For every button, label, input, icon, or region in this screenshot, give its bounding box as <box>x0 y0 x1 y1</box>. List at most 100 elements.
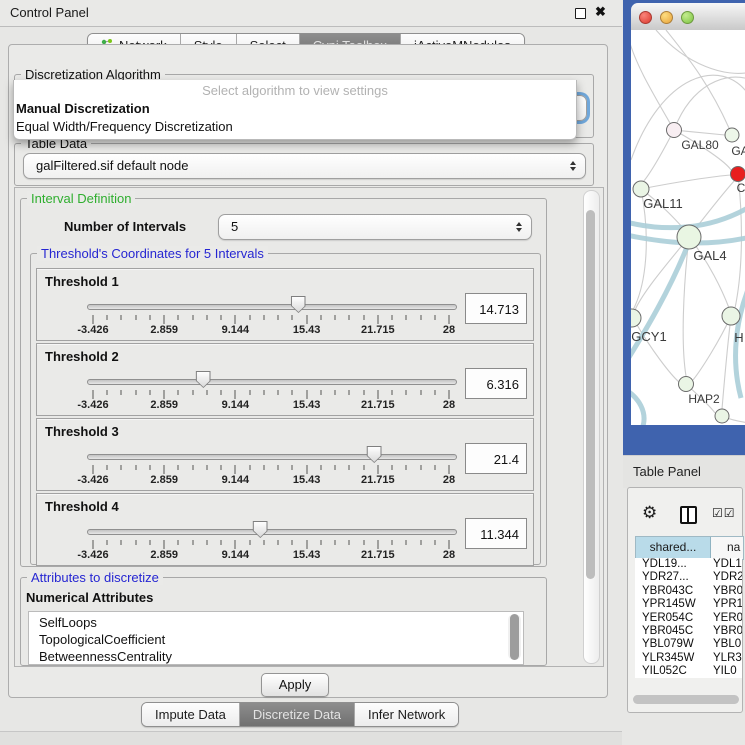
table-row[interactable]: YIL052CYIL0 <box>635 665 742 678</box>
network-canvas[interactable]: GAL80GAGAL11GAL4GCY1HHAP2C <box>631 30 745 425</box>
network-node-gal4[interactable] <box>677 225 701 249</box>
tick-mark <box>178 315 179 320</box>
list-scrollbar-thumb[interactable] <box>510 614 519 660</box>
slider-thumb[interactable] <box>253 521 268 538</box>
network-node-gcy1[interactable] <box>631 309 641 327</box>
cell-shared-name: YBR045C <box>635 625 709 638</box>
slider-thumb[interactable] <box>196 371 211 388</box>
slider-thumb-face <box>197 372 210 387</box>
network-edge <box>722 316 731 409</box>
threshold-value-field[interactable]: 14.713 <box>465 293 527 324</box>
table-row[interactable]: YPR145WYPR1 <box>635 598 742 611</box>
popup-option-equal-width-frequency-discretization[interactable]: Equal Width/Frequency Discretization <box>14 118 576 136</box>
tick-mark <box>249 315 250 320</box>
popup-option-manual-discretization[interactable]: Manual Discretization <box>14 100 576 118</box>
tick-mark <box>249 465 250 470</box>
tick-label: 15.43 <box>293 399 321 411</box>
tick-mark <box>392 540 393 545</box>
vertical-scrollbar-thumb[interactable] <box>586 210 595 579</box>
tick-mark <box>363 540 364 545</box>
table-row[interactable]: YDR27...YDR2 <box>635 571 742 584</box>
apply-button[interactable]: Apply <box>261 673 329 697</box>
tick-mark <box>278 540 279 545</box>
table-row[interactable]: YBR045CYBR0 <box>635 625 742 638</box>
slider-thumb[interactable] <box>367 446 382 463</box>
horizontal-scrollbar-thumb[interactable] <box>633 695 739 704</box>
slider-thumb-face <box>368 447 381 462</box>
table-row[interactable]: YDL19...YDL1 <box>635 558 742 571</box>
slider-travel <box>93 446 449 464</box>
tick-mark <box>335 390 336 395</box>
tick-label: 28 <box>443 324 455 336</box>
attributes-list[interactable]: SelfLoopsTopologicalCoefficientBetweenne… <box>28 611 524 665</box>
tick-mark <box>406 390 407 395</box>
table-body[interactable]: YDL19...YDL1YDR27...YDR2YBR043CYBR0YPR14… <box>635 558 742 678</box>
tick-mark <box>434 540 435 545</box>
network-node-h[interactable] <box>722 307 740 325</box>
bottom-tab-discretize-data[interactable]: Discretize Data <box>240 703 355 726</box>
tick-mark <box>434 465 435 470</box>
tick-mark <box>320 315 321 320</box>
float-window-icon[interactable] <box>575 8 586 19</box>
network-node[interactable] <box>725 128 739 142</box>
tick-mark <box>278 465 279 470</box>
threshold-value-field[interactable]: 21.4 <box>465 443 527 474</box>
threshold-label: Threshold 4 <box>45 499 119 514</box>
slider-thumb[interactable] <box>291 296 306 313</box>
table-data-combobox[interactable]: galFiltered.sif default node <box>23 153 586 179</box>
table-row[interactable]: YLR345WYLR3 <box>635 652 742 665</box>
vertical-scrollbar[interactable] <box>583 190 600 664</box>
bottom-tab-impute-data[interactable]: Impute Data <box>142 703 240 726</box>
tick-label: -3.426 <box>77 399 108 411</box>
tick-mark <box>192 315 193 320</box>
tick-mark <box>306 465 307 474</box>
bottom-tab-label: Impute Data <box>155 707 226 722</box>
tick-mark <box>263 390 264 395</box>
threshold-value-field[interactable]: 11.344 <box>465 518 527 549</box>
network-node-gal11[interactable] <box>633 181 649 197</box>
network-node-gal80[interactable] <box>667 123 682 138</box>
network-window-titlebar[interactable] <box>631 3 745 31</box>
tick-label: -3.426 <box>77 474 108 486</box>
list-scrollbar[interactable] <box>508 614 521 660</box>
table-row[interactable]: YER054CYER0 <box>635 612 742 625</box>
close-icon[interactable]: ✖ <box>595 4 606 20</box>
tick-mark <box>434 390 435 395</box>
tick-mark <box>406 540 407 545</box>
network-node-ga[interactable] <box>731 167 745 182</box>
table-header-row: shared... na <box>635 536 744 560</box>
table-panel-header: Table Panel <box>623 455 745 488</box>
gear-icon[interactable]: ⚙ <box>642 505 657 521</box>
network-edge <box>633 318 679 382</box>
table-row[interactable]: YBL079WYBL0 <box>635 638 742 651</box>
bottom-tab-infer-network[interactable]: Infer Network <box>355 703 458 726</box>
attribute-item-topologicalcoefficient[interactable]: TopologicalCoefficient <box>29 631 523 648</box>
minimize-traffic-light-icon[interactable] <box>660 11 673 24</box>
combo-spinner-icon <box>516 222 522 232</box>
column-header-shared-name[interactable]: shared... <box>636 537 711 559</box>
network-node-hap2[interactable] <box>679 377 694 392</box>
close-traffic-light-icon[interactable] <box>639 11 652 24</box>
table-row[interactable]: YBR043CYBR0 <box>635 585 742 598</box>
tick-mark <box>335 315 336 320</box>
column-browser-icon[interactable] <box>680 506 697 524</box>
network-node-c[interactable] <box>715 409 729 423</box>
zoom-traffic-light-icon[interactable] <box>681 11 694 24</box>
column-header-name[interactable]: na <box>711 537 743 559</box>
tick-label: 9.144 <box>222 399 250 411</box>
tick-mark <box>392 390 393 395</box>
network-edge <box>674 77 745 130</box>
tick-mark <box>107 315 108 320</box>
tick-mark <box>392 465 393 470</box>
tick-label: 2.859 <box>150 474 178 486</box>
attribute-item-selfloops[interactable]: SelfLoops <box>29 614 523 631</box>
num-intervals-combobox[interactable]: 5 <box>218 214 532 240</box>
tick-mark <box>221 315 222 320</box>
table-data-value: galFiltered.sif default node <box>36 158 188 173</box>
attribute-item-betweennesscentrality[interactable]: BetweennessCentrality <box>29 648 523 665</box>
checkbox-icons[interactable]: ☑☑ <box>712 506 736 520</box>
network-node-label: GAL80 <box>681 138 719 152</box>
threshold-value-field[interactable]: 6.316 <box>465 368 527 399</box>
tick-mark <box>349 390 350 395</box>
tick-mark <box>93 540 94 549</box>
